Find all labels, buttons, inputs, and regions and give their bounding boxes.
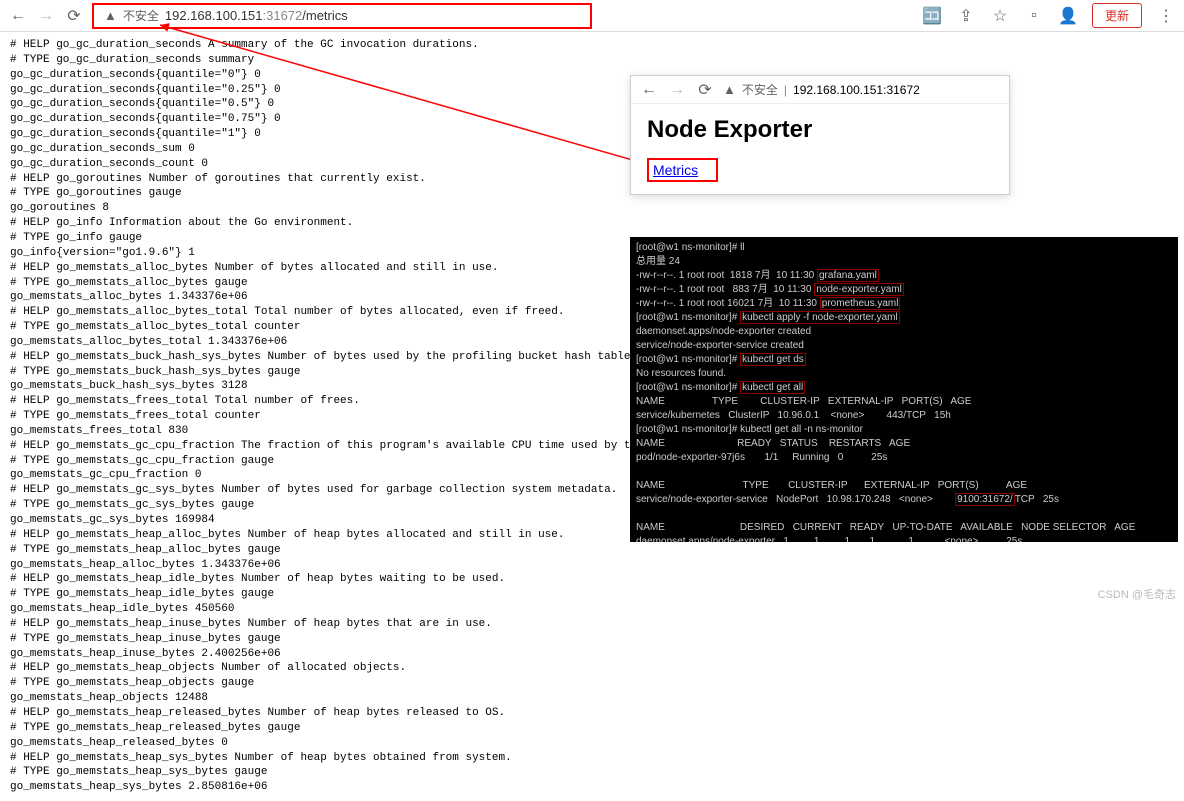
- overlay-toolbar: ← → ⟳ ▲ 不安全 | 192.168.100.151:31672: [631, 76, 1009, 104]
- page-title: Node Exporter: [647, 116, 993, 144]
- watermark: CSDN @毛奇志: [1098, 586, 1176, 602]
- forward-button[interactable]: →: [36, 6, 56, 26]
- overlay-forward-button[interactable]: →: [667, 80, 687, 100]
- overlay-insecure-label: 不安全: [742, 81, 778, 98]
- reload-button[interactable]: ⟳: [64, 6, 84, 26]
- insecure-label: 不安全: [123, 7, 159, 24]
- back-button[interactable]: ←: [8, 6, 28, 26]
- address-bar[interactable]: ▲ 不安全 192.168.100.151:31672/metrics: [92, 3, 592, 29]
- terminal-window[interactable]: [root@w1 ns-monitor]# ll 总用量 24 -rw-r--r…: [630, 237, 1178, 542]
- share-icon[interactable]: ⇪: [956, 6, 976, 26]
- extensions-icon[interactable]: ▫: [1024, 6, 1044, 26]
- overlay-address-bar[interactable]: ▲ 不安全 | 192.168.100.151:31672: [723, 81, 920, 98]
- browser-toolbar: ← → ⟳ ▲ 不安全 192.168.100.151:31672/metric…: [0, 0, 1184, 32]
- menu-icon[interactable]: ⋮: [1156, 6, 1176, 26]
- update-button[interactable]: 更新: [1092, 3, 1142, 28]
- overlay-window: ← → ⟳ ▲ 不安全 | 192.168.100.151:31672 Node…: [630, 75, 1010, 195]
- overlay-back-button[interactable]: ←: [639, 80, 659, 100]
- warning-icon: ▲: [104, 8, 117, 23]
- bookmark-icon[interactable]: ☆: [990, 6, 1010, 26]
- translate-icon[interactable]: 🈁: [922, 6, 942, 26]
- metrics-link[interactable]: Metrics: [647, 158, 718, 182]
- overlay-url: 192.168.100.151:31672: [793, 83, 920, 97]
- toolbar-right: 🈁 ⇪ ☆ ▫ 👤 更新 ⋮: [922, 3, 1176, 28]
- profile-icon[interactable]: 👤: [1058, 6, 1078, 26]
- url-text: 192.168.100.151:31672/metrics: [165, 8, 348, 23]
- overlay-reload-button[interactable]: ⟳: [695, 80, 715, 100]
- warning-icon: ▲: [723, 82, 736, 97]
- overlay-body: Node Exporter Metrics: [631, 104, 1009, 194]
